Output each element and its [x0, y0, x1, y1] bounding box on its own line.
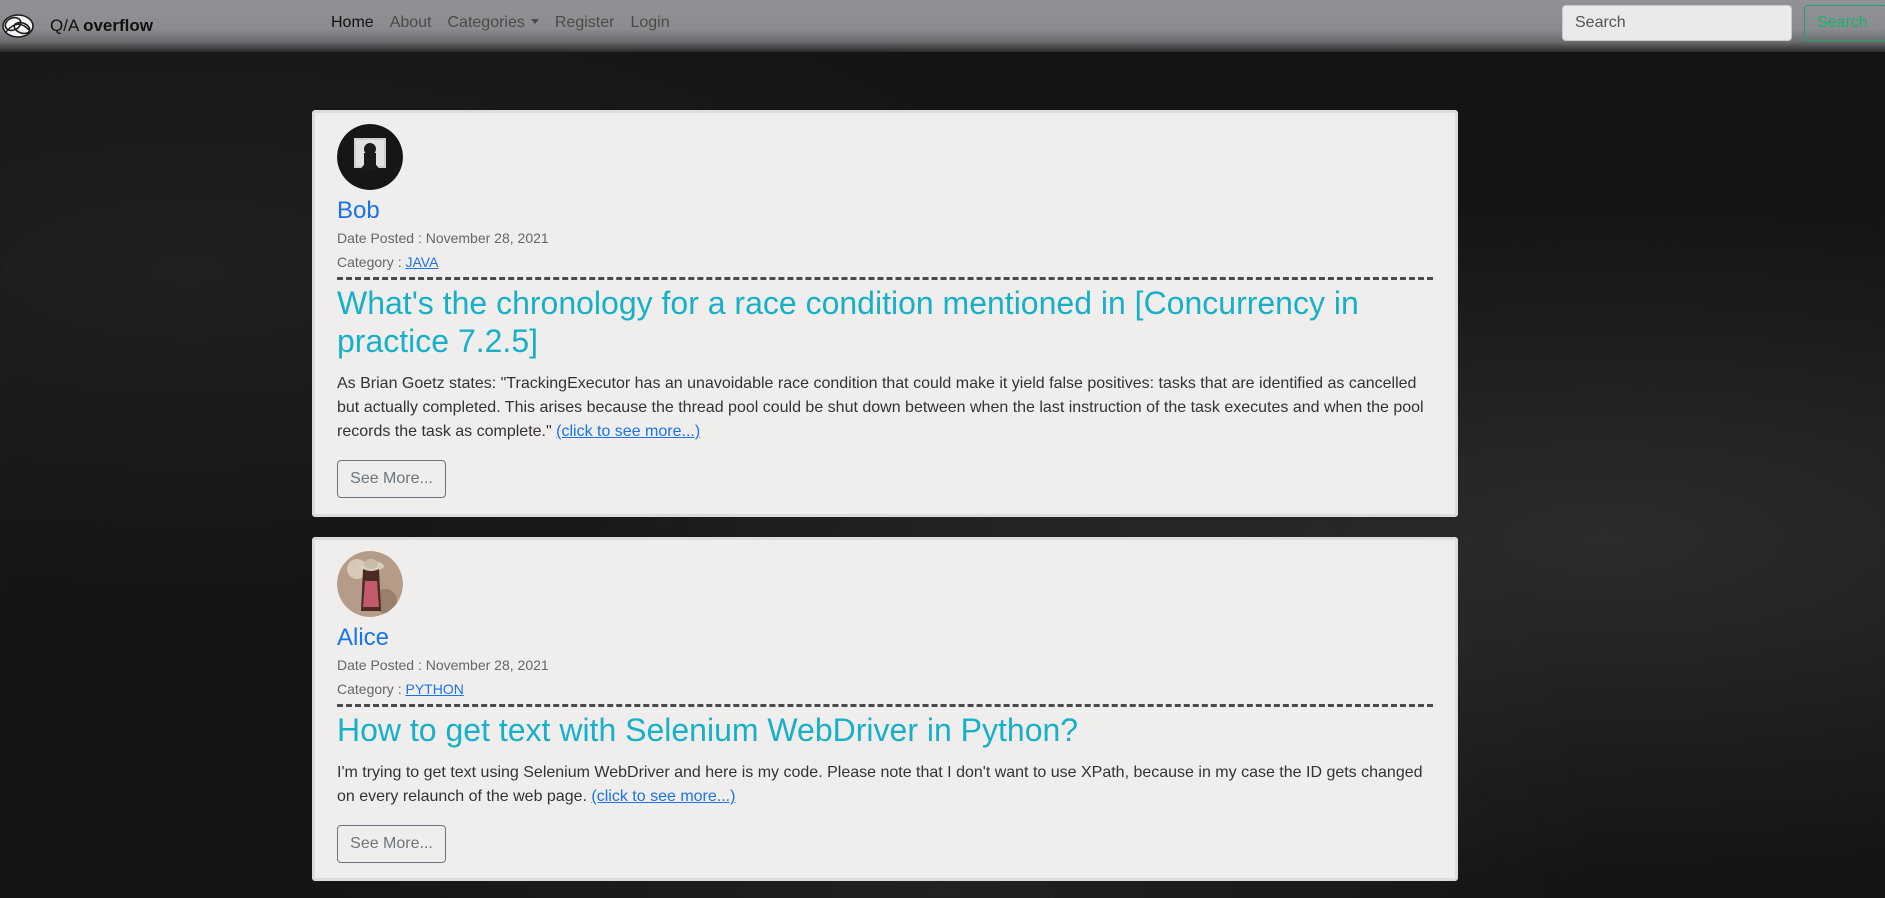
brand-logo-icon — [2, 14, 34, 38]
search-button[interactable]: Search — [1804, 5, 1885, 41]
click-to-see-more-link[interactable]: (click to see more...) — [556, 423, 700, 440]
category-link[interactable]: PYTHON — [405, 681, 463, 697]
category-link[interactable]: JAVA — [405, 254, 438, 270]
nav-links: Home About Categories Register Login — [331, 13, 686, 33]
nav-categories-dropdown[interactable]: Categories — [448, 13, 539, 33]
excerpt-text: As Brian Goetz states: "TrackingExecutor… — [337, 375, 1424, 440]
date-posted: Date Posted : November 28, 2021 — [337, 230, 549, 246]
divider — [337, 704, 1433, 707]
question-title[interactable]: How to get text with Selenium WebDriver … — [337, 711, 1433, 749]
author-link[interactable]: Bob — [337, 196, 1433, 226]
avatar[interactable] — [337, 551, 403, 617]
nav-login-link[interactable]: Login — [630, 13, 669, 33]
navbar: Q/A overflow Home About Categories Regis… — [0, 0, 1885, 52]
category-prefix: Category : — [337, 681, 402, 697]
brand-text: Q/A overflow — [50, 16, 153, 35]
search-input[interactable] — [1562, 5, 1792, 41]
category-line: Category : PYTHON — [337, 677, 1433, 701]
question-card: Bob Date Posted : November 28, 2021 Cate… — [312, 110, 1458, 517]
question-title[interactable]: What's the chronology for a race conditi… — [337, 284, 1433, 360]
nav-about-link[interactable]: About — [390, 13, 432, 33]
nav-home-link[interactable]: Home — [331, 13, 374, 33]
click-to-see-more-link[interactable]: (click to see more...) — [591, 788, 735, 805]
divider — [337, 277, 1433, 280]
date-posted: Date Posted : November 28, 2021 — [337, 657, 549, 673]
category-line: Category : JAVA — [337, 250, 1433, 274]
avatar[interactable] — [337, 124, 403, 190]
see-more-button[interactable]: See More... — [337, 460, 446, 498]
nav-register-link[interactable]: Register — [555, 13, 615, 33]
see-more-button[interactable]: See More... — [337, 825, 446, 863]
category-prefix: Category : — [337, 254, 402, 270]
chevron-down-icon — [530, 19, 539, 24]
excerpt-text: I'm trying to get text using Selenium We… — [337, 764, 1423, 805]
question-excerpt: I'm trying to get text using Selenium We… — [337, 761, 1433, 809]
author-link[interactable]: Alice — [337, 623, 1433, 653]
question-card: Alice Date Posted : November 28, 2021 Ca… — [312, 537, 1458, 881]
brand[interactable]: Q/A overflow — [0, 8, 153, 44]
question-excerpt: As Brian Goetz states: "TrackingExecutor… — [337, 372, 1433, 444]
nav-categories-label: Categories — [447, 14, 525, 31]
